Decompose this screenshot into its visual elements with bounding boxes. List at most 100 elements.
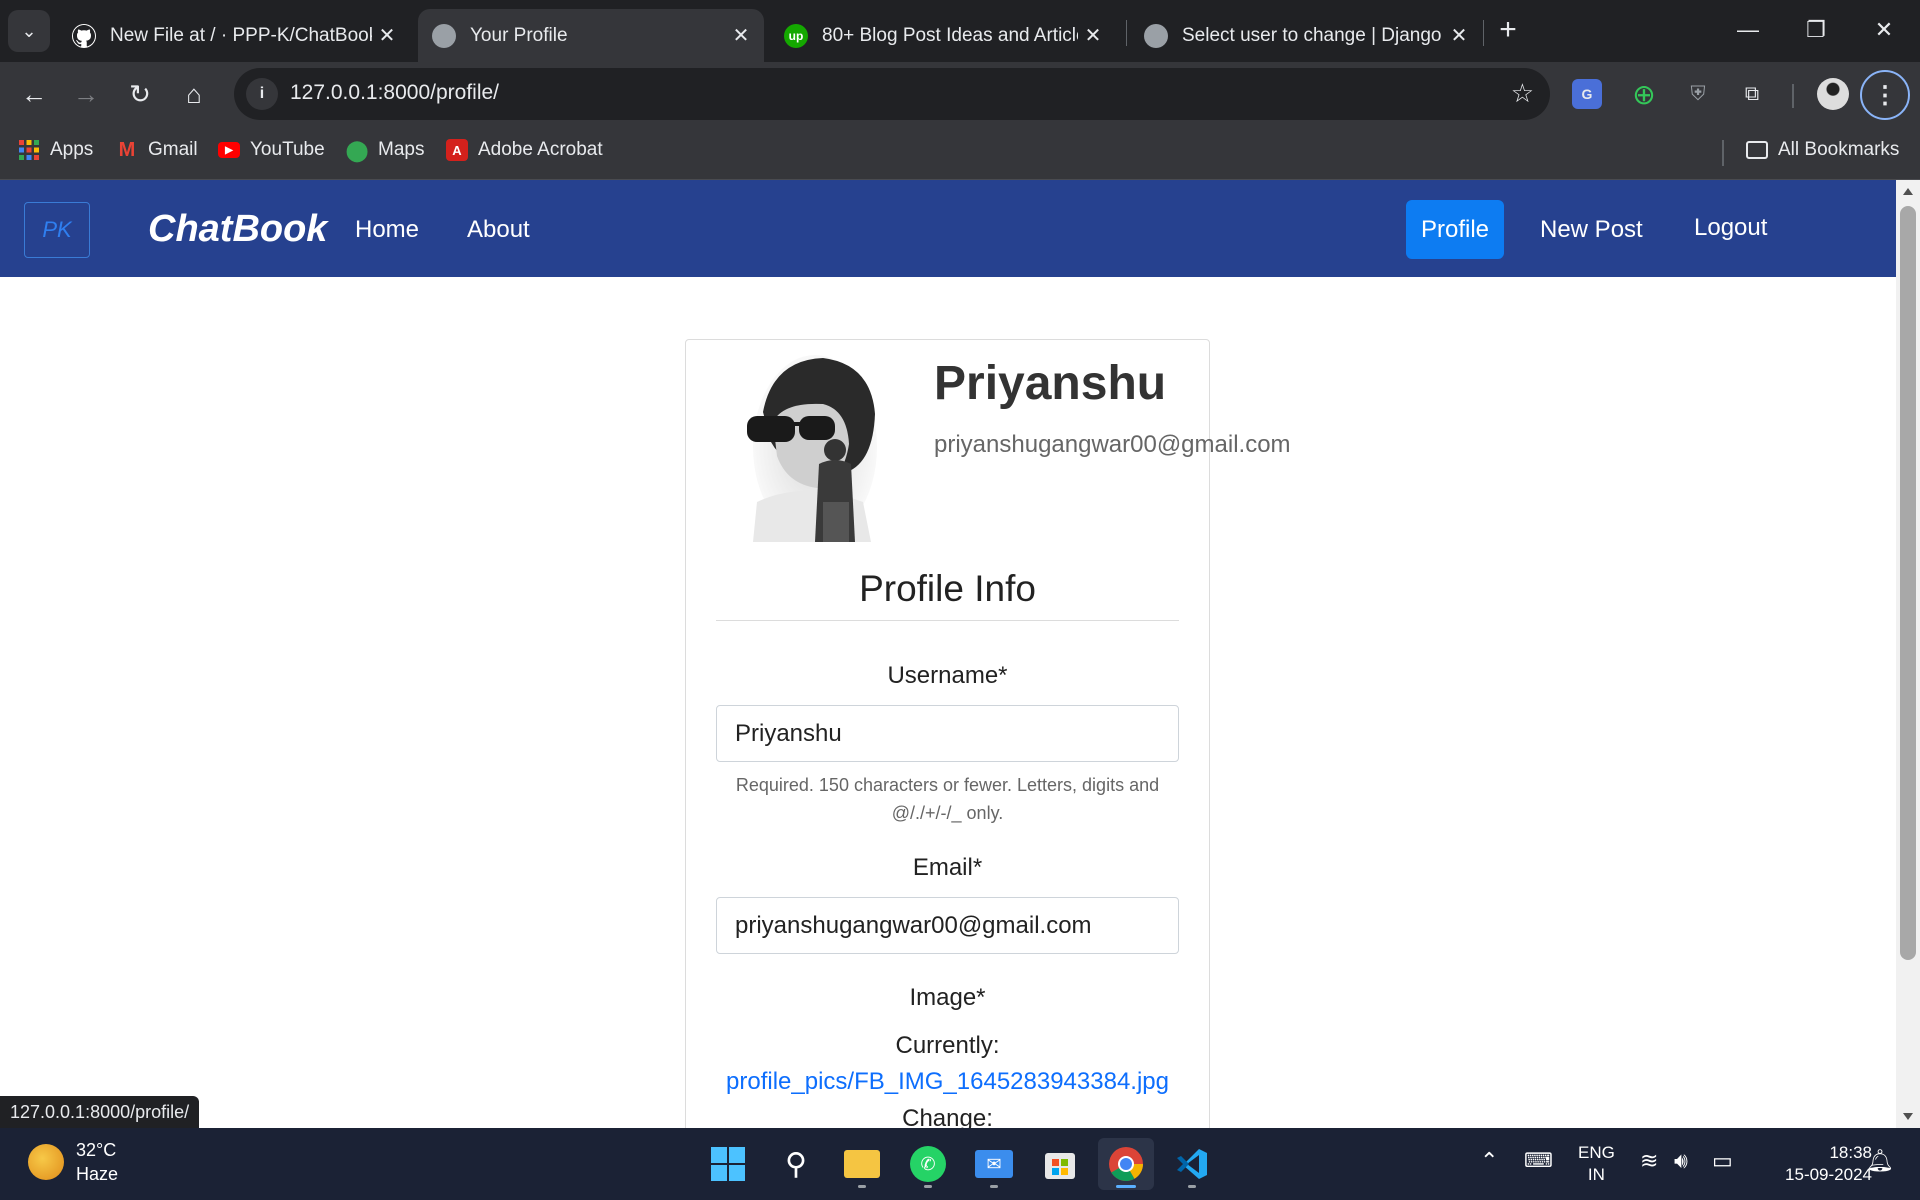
taskbar-store[interactable] [1032,1138,1088,1190]
address-bar[interactable]: i 127.0.0.1:8000/profile/ ☆ [234,68,1550,120]
clock-time: 18:38 [1829,1143,1872,1162]
taskbar-vscode[interactable] [1164,1138,1220,1190]
start-button[interactable] [700,1138,756,1190]
site-logo[interactable]: PK [24,202,90,258]
more-vertical-icon: ⋮ [1873,81,1897,109]
page-scrollbar[interactable] [1896,180,1920,1128]
taskbar-file-explorer[interactable] [834,1138,890,1190]
nav-home[interactable]: Home [355,216,419,244]
extensions-puzzle-icon[interactable]: ⧉ [1734,76,1770,112]
keyboard-icon[interactable]: ⌨ [1524,1148,1553,1173]
windows-taskbar: 32°C Haze ⚲ ✆ ✉ ⌃ ⌨ ENG IN ≋ 🔊︎ ▭ 18:38 … [0,1128,1920,1200]
tab-title: New File at / · PPP-K/ChatBook [110,24,372,46]
bookmark-label: Maps [378,139,425,160]
home-button[interactable]: ⌂ [172,72,216,116]
globe-icon [1144,23,1168,48]
profile-name: Priyanshu [934,357,1167,410]
clock-date: 15-09-2024 [1785,1165,1872,1184]
privacy-extension-icon[interactable]: ⛨ [1680,76,1716,112]
tab-blog-ideas[interactable]: up 80+ Blog Post Ideas and Article ✕ [770,9,1116,62]
folder-icon [1746,141,1768,159]
nav-about[interactable]: About [467,216,530,244]
email-input[interactable] [716,897,1179,954]
whatsapp-icon: ✆ [910,1146,946,1182]
tab-divider [1126,20,1127,46]
section-title: Profile Info [859,568,1036,609]
reload-button[interactable]: ↻ [118,72,162,116]
google-translate-icon[interactable]: G [1572,79,1602,109]
minimize-button[interactable]: — [1718,8,1778,52]
close-icon[interactable]: ✕ [372,23,402,48]
weather-haze-icon[interactable] [28,1144,64,1180]
weather-condition[interactable]: Haze [76,1164,118,1185]
browser-menu-button[interactable]: ⋮ [1860,70,1910,120]
bookmark-gmail[interactable]: M Gmail [116,139,198,161]
running-indicator [858,1185,866,1188]
taskbar-search[interactable]: ⚲ [768,1138,824,1190]
tab-django-admin[interactable]: Select user to change | Django s ✕ [1130,9,1482,62]
nav-profile[interactable]: Profile [1406,200,1504,259]
scroll-up-arrow[interactable] [1903,188,1913,195]
taskbar-mail[interactable]: ✉ [966,1138,1022,1190]
restore-button[interactable]: ❐ [1786,8,1846,52]
tab-github[interactable]: New File at / · PPP-K/ChatBook ✕ [58,9,410,62]
close-icon[interactable]: ✕ [1444,23,1474,48]
forward-button[interactable]: → [64,72,108,116]
tab-search-button[interactable]: ⌄ [8,10,50,52]
volume-icon[interactable]: 🔊︎ [1674,1148,1688,1174]
nav-profile-label: Profile [1420,215,1490,243]
home-icon: ⌂ [186,78,202,109]
scroll-down-arrow[interactable] [1903,1113,1913,1120]
restore-icon: ❐ [1806,17,1826,42]
github-icon [72,23,96,48]
all-bookmarks-label: All Bookmarks [1778,139,1900,160]
bookmark-label: Apps [50,139,94,160]
scroll-thumb[interactable] [1900,206,1916,960]
username-input[interactable] [716,705,1179,762]
minimize-icon: — [1737,17,1759,42]
bookmark-adobe-acrobat[interactable]: A Adobe Acrobat [446,139,603,161]
notification-bell-icon[interactable]: 🔔︎ [1866,1148,1894,1174]
taskbar-whatsapp[interactable]: ✆ [900,1138,956,1190]
site-brand[interactable]: ChatBook [148,208,327,251]
store-icon [1045,1153,1075,1179]
site-info-icon[interactable]: i [246,78,278,110]
tab-your-profile[interactable]: Your Profile ✕ [418,9,764,62]
nav-new-post[interactable]: New Post [1540,216,1643,244]
vscode-icon [1177,1149,1207,1179]
nav-logout[interactable]: Logout [1694,214,1767,242]
arrow-right-icon: → [73,78,99,109]
running-indicator [924,1185,932,1188]
bookmark-youtube[interactable]: ▶ YouTube [218,139,325,161]
system-clock[interactable]: 18:38 15-09-2024 [1760,1142,1872,1186]
bookmark-maps[interactable]: ⬤ Maps [345,139,425,162]
close-icon[interactable]: ✕ [726,23,756,48]
apps-grid-icon [18,139,40,161]
bookmark-apps[interactable]: Apps [18,139,93,161]
taskbar-chrome[interactable] [1098,1138,1154,1190]
windows-logo-icon [711,1147,745,1181]
wifi-icon[interactable]: ≋ [1640,1148,1658,1174]
weather-temperature[interactable]: 32°C [76,1140,116,1161]
show-hidden-icons-chevron-icon[interactable]: ⌃ [1480,1148,1498,1174]
close-window-button[interactable]: ✕ [1854,8,1914,52]
maps-pin-icon: ⬤ [345,139,369,162]
address-url[interactable]: 127.0.0.1:8000/profile/ [290,81,499,105]
bookmark-label: YouTube [250,139,325,160]
close-icon[interactable]: ✕ [1078,23,1108,48]
add-extension-icon[interactable]: ⊕ [1626,76,1662,112]
tab-title: Select user to change | Django s [1182,24,1444,46]
running-indicator [990,1185,998,1188]
profile-photo [743,352,880,542]
new-tab-button[interactable]: + [1490,12,1526,48]
battery-icon[interactable]: ▭ [1712,1148,1733,1174]
bookmarks-bar: Apps M Gmail ▶ YouTube ⬤ Maps A Adobe Ac… [0,126,1920,180]
back-button[interactable]: ← [12,72,56,116]
all-bookmarks[interactable]: All Bookmarks [1746,139,1899,161]
current-image-link[interactable]: profile_pics/FB_IMG_1645283943384.jpg [716,1068,1179,1096]
bookmark-label: Gmail [148,139,198,160]
input-language[interactable]: ENG IN [1578,1142,1615,1186]
bookmark-star-icon[interactable]: ☆ [1511,78,1534,109]
browser-profile-avatar[interactable] [1817,78,1849,110]
bookmarks-divider [1722,140,1724,166]
